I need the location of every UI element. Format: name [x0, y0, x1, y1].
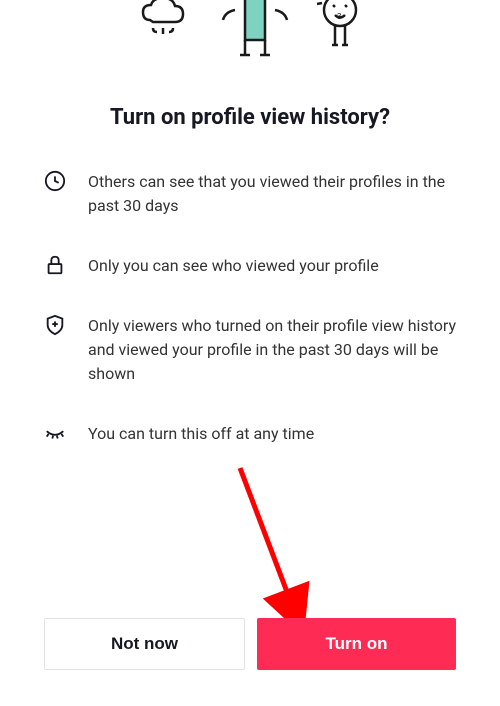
hero-illustration: 3	[0, 0, 500, 60]
clock-icon	[44, 170, 66, 192]
character-doodle-icon	[215, 0, 295, 60]
eye-closed-icon	[44, 422, 66, 444]
not-now-button[interactable]: Not now	[44, 618, 245, 670]
feature-list: Others can see that you viewed their pro…	[0, 170, 500, 446]
feature-text: Only you can see who viewed your profile	[88, 254, 379, 278]
feature-text: Others can see that you viewed their pro…	[88, 170, 456, 218]
svg-text:3: 3	[337, 12, 342, 21]
lock-icon	[44, 254, 66, 276]
feature-text: You can turn this off at any time	[88, 422, 314, 446]
feature-item-privacy: Only you can see who viewed your profile	[44, 254, 456, 278]
feature-item-visibility: Others can see that you viewed their pro…	[44, 170, 456, 218]
dialog-title: Turn on profile view history?	[0, 105, 500, 130]
feature-text: Only viewers who turned on their profile…	[88, 314, 456, 386]
face-doodle-icon: 3	[315, 0, 365, 60]
shield-plus-icon	[44, 314, 66, 336]
feature-item-reversible: You can turn this off at any time	[44, 422, 456, 446]
turn-on-button[interactable]: Turn on	[257, 618, 456, 670]
action-buttons: Not now Turn on	[0, 618, 500, 670]
feature-item-reciprocal: Only viewers who turned on their profile…	[44, 314, 456, 386]
cloud-doodle-icon	[135, 0, 195, 50]
annotation-arrow-icon	[230, 458, 320, 638]
